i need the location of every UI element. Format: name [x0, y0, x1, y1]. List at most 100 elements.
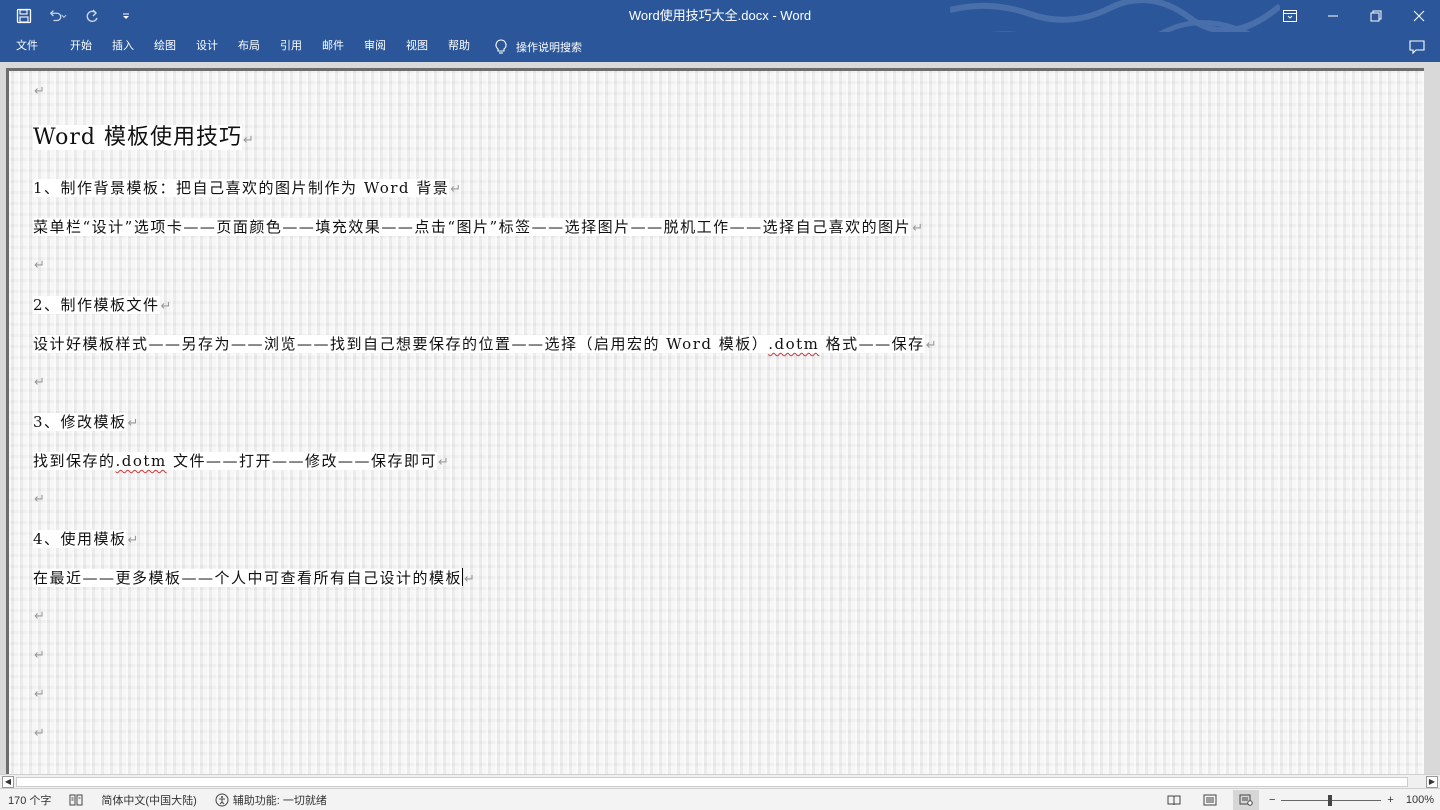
paragraph-text: 文件——打开——修改——保存即可	[166, 452, 437, 470]
paragraph-mark: ↵	[34, 609, 47, 624]
paragraph-mark: ↵	[437, 455, 451, 470]
paragraph-mark: ↵	[925, 338, 939, 353]
document-paragraph[interactable]: 找到保存的.dotm 文件——打开——修改——保存即可↵	[33, 450, 450, 471]
customize-qat-button[interactable]	[116, 6, 136, 26]
undo-icon	[49, 10, 67, 22]
comments-button[interactable]	[1408, 38, 1426, 56]
document-page[interactable]: ↵ Word 模板使用技巧↵ 1、制作背景模板：把自己喜欢的图片制作为 Word 背…	[6, 68, 1424, 774]
paragraph-text: 菜单栏“设计”选项卡——页面颜色——填充效果——点击“图片”标签——选择图片——…	[33, 218, 912, 236]
document-area: ↵ Word 模板使用技巧↵ 1、制作背景模板：把自己喜欢的图片制作为 Word 背…	[0, 62, 1440, 774]
empty-paragraph[interactable]: ↵	[33, 606, 46, 624]
document-paragraph[interactable]: 菜单栏“设计”选项卡——页面颜色——填充效果——点击“图片”标签——选择图片——…	[33, 216, 925, 237]
proofing-status[interactable]	[69, 794, 83, 806]
read-mode-button[interactable]	[1161, 790, 1187, 810]
tab-file[interactable]: 文件	[16, 32, 60, 62]
word-count-label: 170 个字	[8, 795, 52, 807]
comments-icon	[1409, 40, 1425, 55]
accessibility-label: 辅助功能: 一切就绪	[232, 795, 327, 807]
title-bar: Word使用技巧大全.docx - Word	[0, 0, 1440, 54]
document-paragraph[interactable]: 4、使用模板↵	[33, 528, 140, 549]
paragraph-mark: ↵	[242, 133, 255, 148]
customize-qat-icon	[123, 13, 129, 19]
tell-me-search[interactable]: 操作说明搜索	[494, 39, 582, 55]
redo-button[interactable]	[82, 6, 102, 26]
empty-paragraph[interactable]: ↵	[33, 723, 46, 741]
document-paragraph[interactable]: 2、制作模板文件↵	[33, 294, 173, 315]
paragraph-text: 3、修改模板	[33, 413, 127, 431]
close-icon	[1413, 10, 1424, 22]
empty-paragraph[interactable]: ↵	[33, 255, 46, 273]
paragraph-text: 在最近——更多模板——个人中可查看所有自己设计的模板	[33, 569, 463, 587]
empty-paragraph[interactable]: ↵	[33, 489, 46, 507]
web-layout-icon	[1239, 794, 1253, 806]
status-bar: 170 个字 简体中文(中国大陆) 辅助功能: 一切就绪 − + 100%	[0, 788, 1440, 810]
restore-button[interactable]	[1354, 0, 1397, 32]
paragraph-mark: ↵	[450, 182, 463, 197]
tab-help[interactable]: 帮助	[438, 32, 480, 62]
document-paragraph[interactable]: 3、修改模板↵	[33, 411, 140, 432]
zoom-slider-thumb[interactable]	[1328, 794, 1333, 806]
tab-draw[interactable]: 绘图	[144, 32, 186, 62]
web-layout-button[interactable]	[1232, 790, 1259, 810]
minimize-button[interactable]	[1311, 0, 1354, 32]
read-mode-icon	[1167, 795, 1181, 806]
empty-paragraph[interactable]: ↵	[33, 684, 46, 702]
paragraph-mark: ↵	[34, 687, 47, 702]
language-label: 简体中文(中国大陆)	[101, 795, 197, 807]
paragraph-mark: ↵	[34, 84, 47, 99]
print-layout-button[interactable]	[1197, 790, 1223, 810]
word-count[interactable]: 170 个字	[8, 792, 51, 808]
save-button[interactable]	[14, 6, 34, 26]
close-button[interactable]	[1397, 0, 1440, 32]
paragraph-mark: ↵	[160, 299, 173, 314]
zoom-control: − + 100%	[1269, 794, 1434, 806]
ribbon-display-options-button[interactable]	[1268, 0, 1311, 32]
tab-mailings[interactable]: 邮件	[312, 32, 354, 62]
paragraph-mark: ↵	[127, 416, 140, 431]
zoom-level[interactable]: 100%	[1406, 794, 1434, 806]
document-heading[interactable]: Word 模板使用技巧↵	[33, 119, 255, 151]
tab-insert[interactable]: 插入	[102, 32, 144, 62]
paragraph-mark: ↵	[912, 221, 925, 236]
tab-layout[interactable]: 布局	[228, 32, 270, 62]
zoom-slider[interactable]	[1281, 794, 1382, 806]
tab-view[interactable]: 视图	[396, 32, 438, 62]
scroll-left-button[interactable]: ◀	[2, 776, 14, 788]
text-cursor	[462, 568, 464, 586]
scroll-right-button[interactable]: ▶	[1426, 776, 1438, 788]
language-status[interactable]: 简体中文(中国大陆)	[101, 792, 196, 808]
paragraph-text: 找到保存的	[33, 452, 116, 470]
scrollbar-thumb[interactable]	[16, 777, 1408, 787]
empty-paragraph[interactable]: ↵	[33, 645, 46, 663]
tab-references[interactable]: 引用	[270, 32, 312, 62]
paragraph-text: 格式——保存	[819, 335, 925, 353]
zoom-in-button[interactable]: +	[1387, 794, 1393, 806]
minimize-icon	[1327, 15, 1338, 17]
paragraph-text: 设计好模板样式——另存为——浏览——找到自己想要保存的位置——选择（启用宏的 W…	[33, 335, 769, 353]
paragraph-mark: ↵	[34, 375, 47, 390]
misspelled-word[interactable]: .dotm	[115, 452, 167, 470]
accessibility-status[interactable]: 辅助功能: 一切就绪	[215, 792, 327, 808]
save-icon	[16, 8, 32, 24]
document-paragraph[interactable]: 在最近——更多模板——个人中可查看所有自己设计的模板 ↵	[33, 567, 476, 588]
tab-review[interactable]: 审阅	[354, 32, 396, 62]
empty-paragraph[interactable]: ↵	[33, 372, 46, 390]
paragraph-text: 4、使用模板	[33, 530, 127, 548]
tab-home[interactable]: 开始	[60, 32, 102, 62]
paragraph-mark: ↵	[34, 258, 47, 273]
paragraph-text: 1、制作背景模板：把自己喜欢的图片制作为 Word 背景	[33, 179, 450, 197]
document-body[interactable]: ↵ Word 模板使用技巧↵ 1、制作背景模板：把自己喜欢的图片制作为 Word 背…	[9, 71, 1424, 774]
empty-paragraph[interactable]: ↵	[33, 81, 46, 99]
paragraph-mark: ↵	[34, 492, 47, 507]
zoom-out-button[interactable]: −	[1269, 794, 1275, 806]
tab-design[interactable]: 设计	[186, 32, 228, 62]
paragraph-mark: ↵	[34, 726, 47, 741]
heading-text: Word 模板使用技巧	[33, 125, 242, 150]
document-paragraph[interactable]: 设计好模板样式——另存为——浏览——找到自己想要保存的位置——选择（启用宏的 W…	[33, 333, 938, 354]
document-paragraph[interactable]: 1、制作背景模板：把自己喜欢的图片制作为 Word 背景↵	[33, 177, 463, 198]
misspelled-word[interactable]: .dotm	[768, 335, 820, 353]
horizontal-scrollbar[interactable]: ◀ ▶	[0, 774, 1440, 788]
print-layout-icon	[1203, 794, 1217, 806]
tell-me-label: 操作说明搜索	[516, 42, 582, 54]
undo-button[interactable]	[48, 6, 68, 26]
